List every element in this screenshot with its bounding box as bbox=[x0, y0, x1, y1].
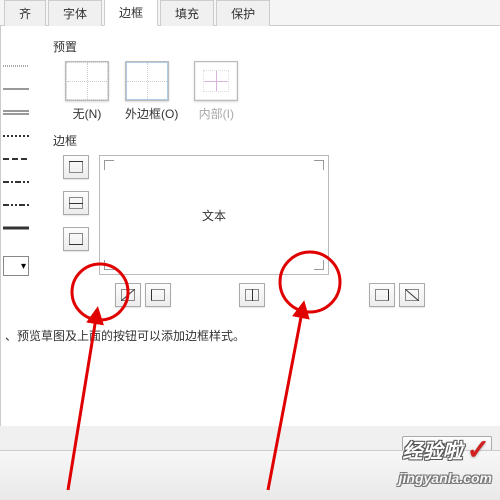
border-area: 文本 bbox=[53, 155, 500, 307]
border-left-button[interactable] bbox=[145, 283, 171, 307]
tab-font[interactable]: 字体 bbox=[48, 0, 102, 26]
corner-icon bbox=[104, 160, 114, 170]
hint-text: 、预览草图及上面的按钮可以添加边框样式。 bbox=[5, 327, 500, 344]
preset-inside-icon bbox=[203, 70, 229, 92]
tab-align[interactable]: 齐 bbox=[4, 0, 46, 26]
preset-none-label: 无(N) bbox=[65, 105, 109, 122]
border-diag-up-button[interactable] bbox=[115, 283, 141, 307]
border-panel: ▾ 预置 无(N) 外边框(O) 内部 bbox=[0, 26, 500, 426]
line-color-combo[interactable]: ▾ bbox=[3, 256, 29, 276]
tab-bar: 齐 字体 边框 填充 保护 bbox=[0, 0, 500, 26]
border-top-button[interactable] bbox=[63, 155, 89, 179]
chevron-down-icon: ▾ bbox=[21, 261, 26, 272]
tab-protect[interactable]: 保护 bbox=[216, 0, 270, 26]
border-right-button[interactable] bbox=[369, 283, 395, 307]
preset-none-icon bbox=[66, 62, 108, 100]
preset-label: 预置 bbox=[53, 38, 500, 55]
corner-icon bbox=[104, 260, 114, 270]
corner-icon bbox=[314, 160, 324, 170]
corner-icon bbox=[314, 260, 324, 270]
preset-outline-label: 外边框(O) bbox=[125, 105, 178, 122]
border-bottom-button[interactable] bbox=[63, 227, 89, 251]
tab-fill[interactable]: 填充 bbox=[160, 0, 214, 26]
border-preview: 文本 bbox=[99, 155, 329, 275]
line-style-list[interactable] bbox=[1, 56, 31, 241]
preview-text: 文本 bbox=[202, 207, 226, 224]
preset-outline[interactable] bbox=[125, 61, 169, 101]
preset-inside-label: 内部(I) bbox=[194, 105, 238, 122]
preset-none[interactable] bbox=[65, 61, 109, 101]
border-middle-button[interactable] bbox=[63, 191, 89, 215]
border-diag-down-button[interactable] bbox=[399, 283, 425, 307]
preset-inside[interactable] bbox=[194, 61, 238, 101]
tab-border[interactable]: 边框 bbox=[104, 0, 158, 26]
preset-row: 无(N) 外边框(O) 内部(I) bbox=[65, 61, 500, 122]
preset-outline-icon bbox=[126, 62, 168, 100]
border-label: 边框 bbox=[53, 132, 500, 149]
footer-bar bbox=[0, 450, 500, 500]
border-vertical-button[interactable] bbox=[239, 283, 265, 307]
